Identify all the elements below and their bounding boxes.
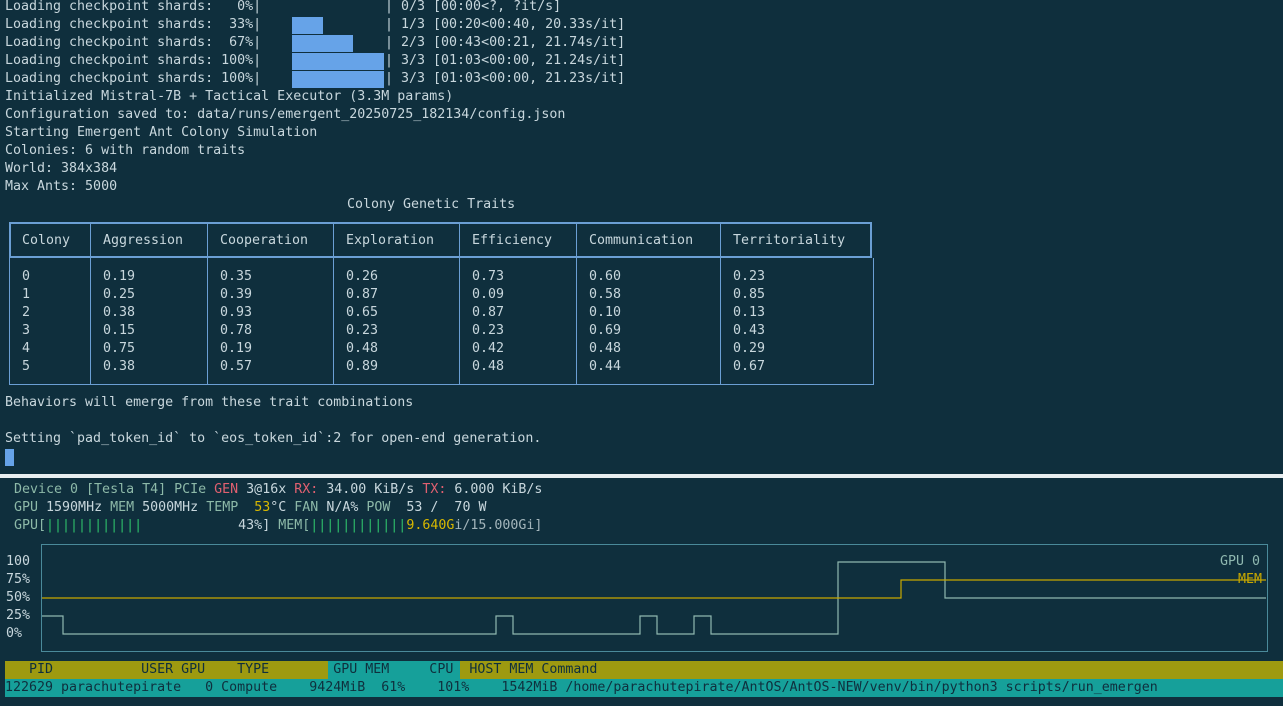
legend-gpu-0: GPU 0 [1220, 554, 1261, 569]
process-table-header[interactable]: PID USER GPU TYPE GPU MEM CPU HOST MEM C… [5, 661, 1283, 679]
process-row[interactable]: 122629 parachutepirate 0 Compute 9424MiB… [5, 679, 1283, 697]
legend-mem: MEM [1238, 572, 1263, 587]
usage-graph-lines [42, 561, 1266, 635]
mem-usage-line [42, 579, 1266, 599]
